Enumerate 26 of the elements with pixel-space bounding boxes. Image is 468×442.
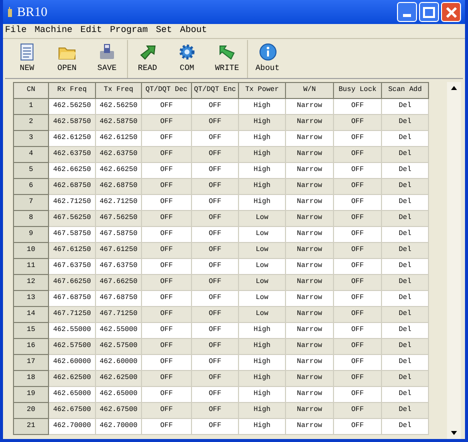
menu-item[interactable]: Edit — [80, 24, 102, 38]
toolbar-button[interactable]: NEW — [7, 40, 47, 78]
toolbar-button[interactable]: About — [247, 40, 287, 78]
menu-item[interactable]: Machine — [34, 24, 72, 38]
minimize-icon — [403, 14, 411, 17]
toolbar-button[interactable]: OPEN — [47, 40, 87, 78]
toolbar-button[interactable]: COM — [167, 40, 207, 78]
maximize-button[interactable] — [419, 2, 439, 22]
floppy-disk-icon — [98, 42, 116, 60]
close-button[interactable] — [441, 2, 461, 22]
menu-item[interactable]: File — [5, 24, 27, 38]
window-title: BR10 — [17, 3, 48, 22]
maximize-icon — [423, 6, 435, 18]
arrow-icon — [138, 42, 156, 60]
menu-item[interactable]: Set — [156, 24, 172, 38]
info-icon — [258, 42, 276, 60]
toolbar-button[interactable]: WRITE — [207, 40, 247, 78]
menu-item[interactable]: Program — [110, 24, 148, 38]
document-icon — [18, 42, 36, 60]
toolbar-button[interactable]: SAVE — [87, 40, 127, 78]
close-icon — [446, 6, 456, 18]
menu-item[interactable]: About — [180, 24, 208, 38]
gear-icon — [178, 42, 196, 60]
minimize-button[interactable] — [397, 2, 417, 22]
scrollbar[interactable] — [447, 82, 461, 439]
arrow-icon — [218, 42, 236, 60]
